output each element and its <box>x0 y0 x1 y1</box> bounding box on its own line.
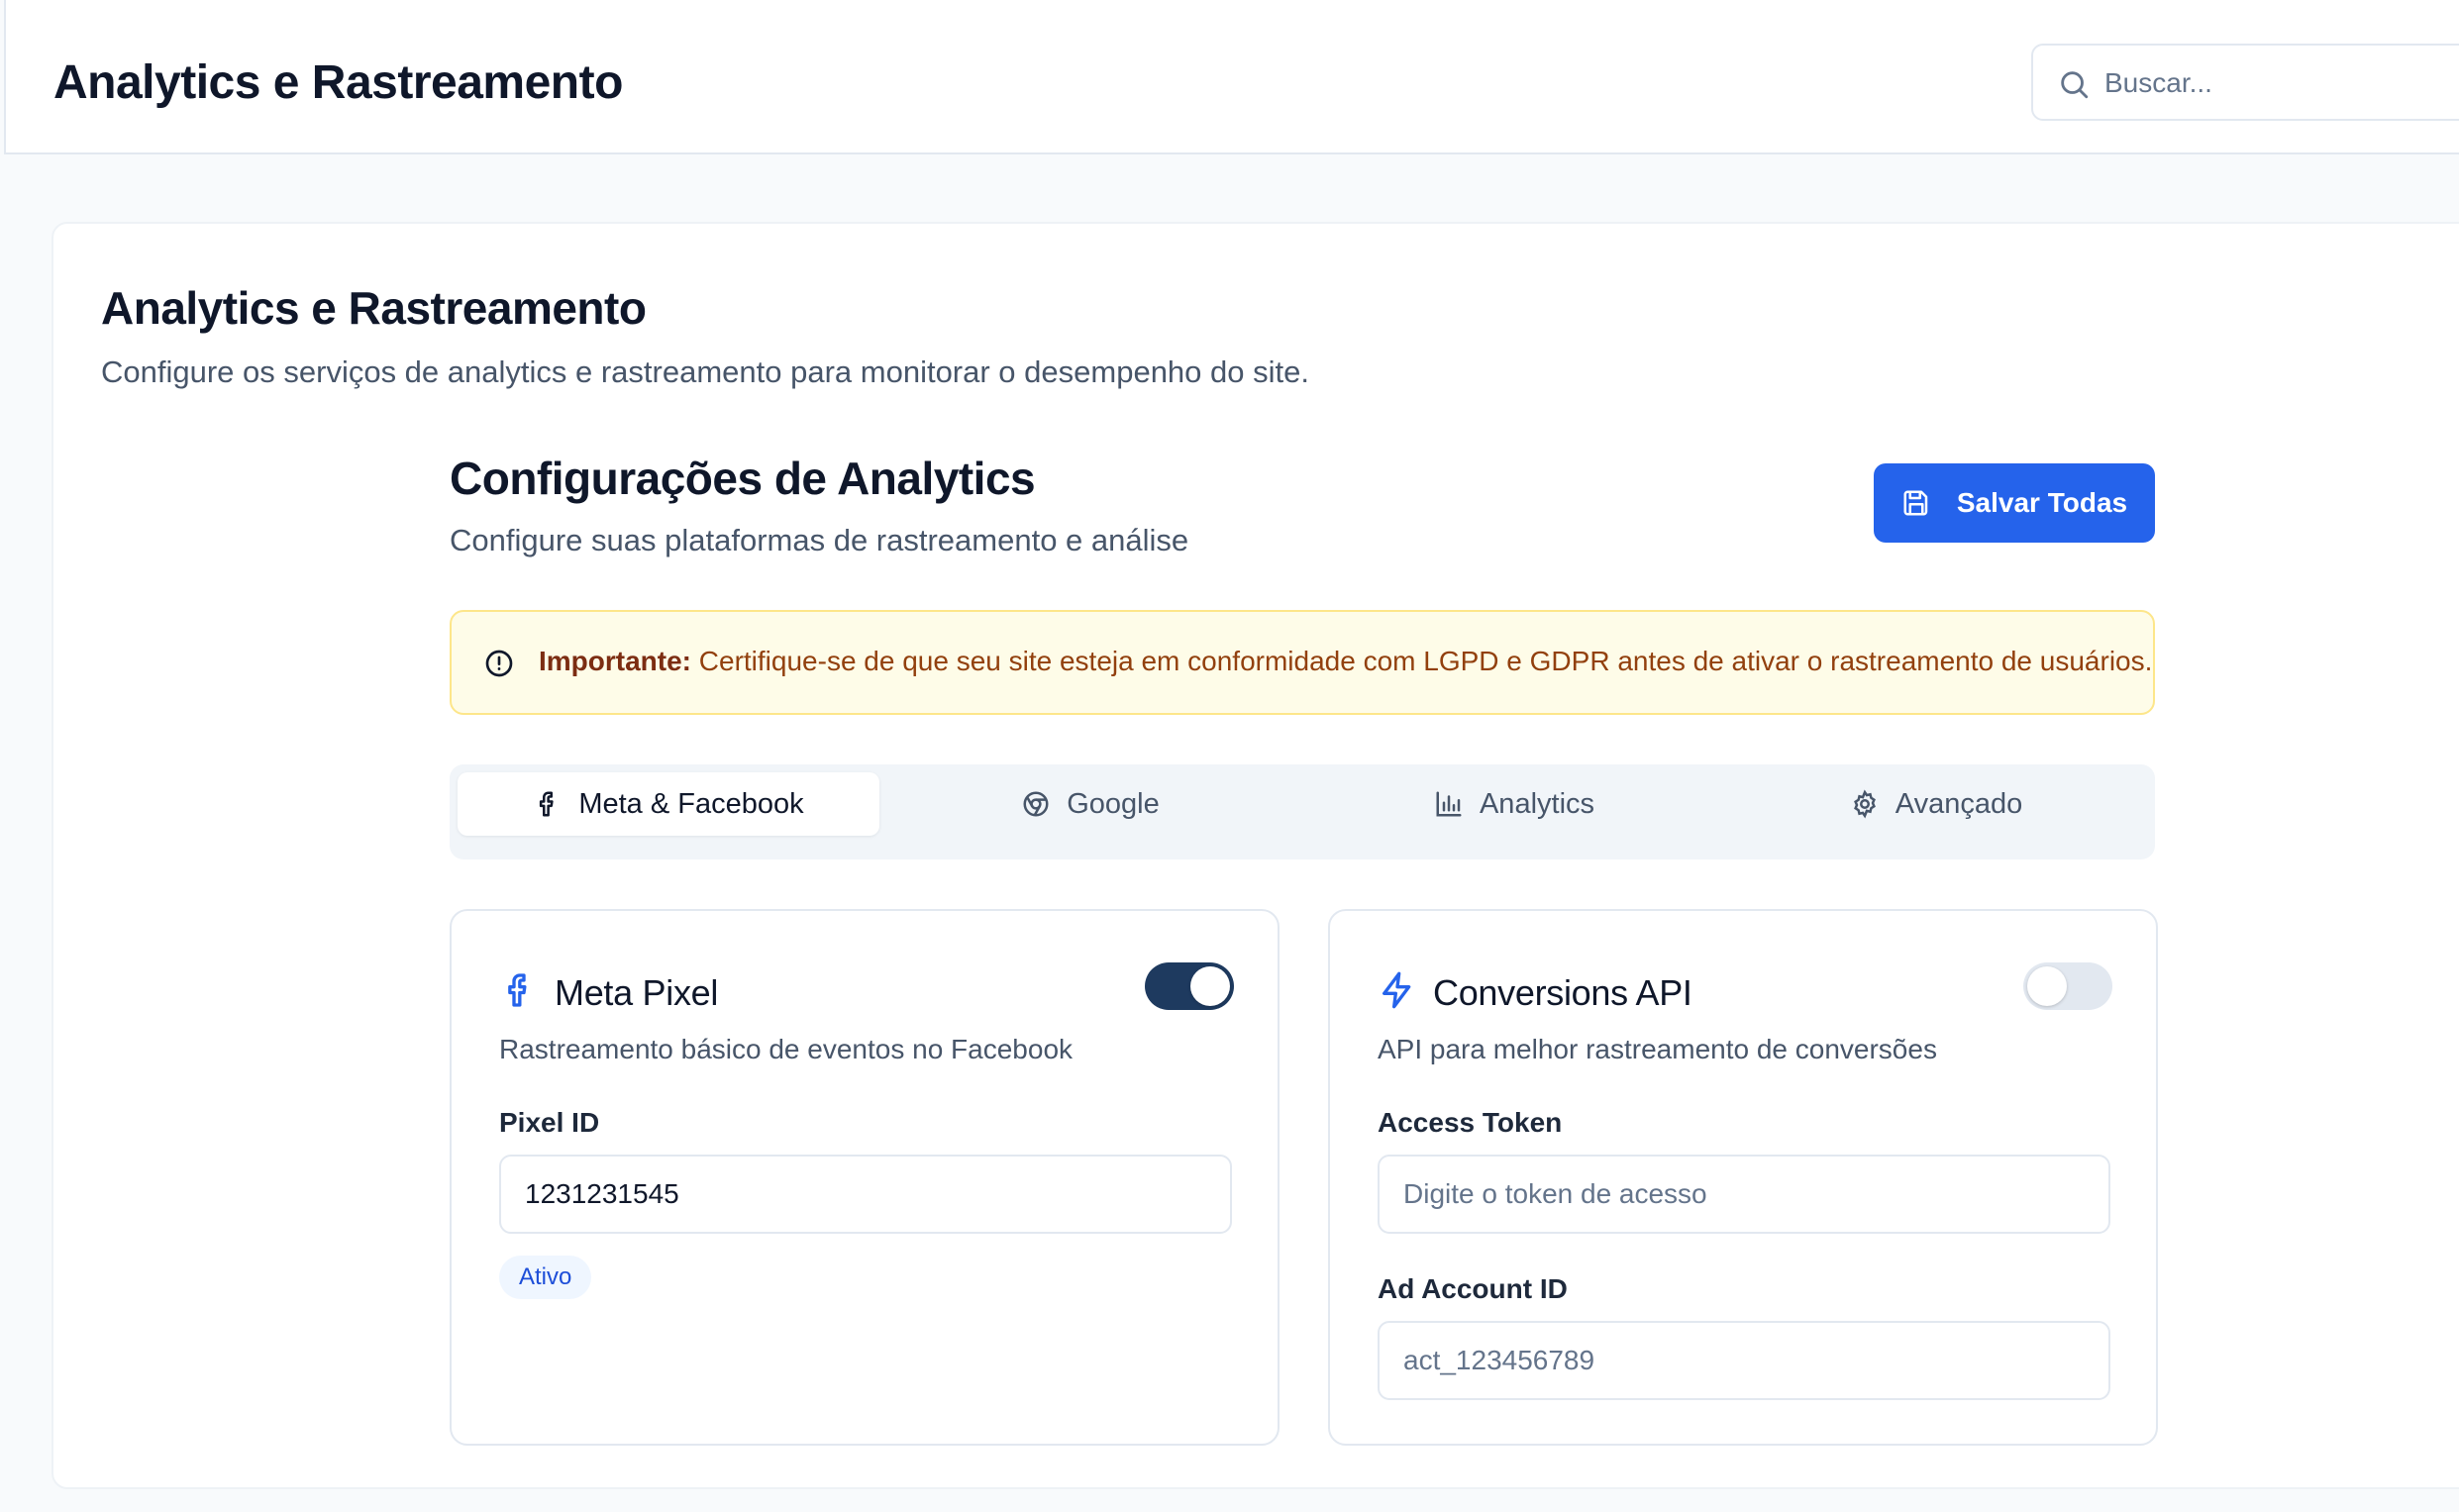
meta-pixel-title: Meta Pixel <box>555 972 719 1013</box>
conversions-api-title: Conversions API <box>1433 972 1692 1013</box>
compliance-alert: Importante: Certifique-se de que seu sit… <box>450 610 2155 715</box>
tab-google[interactable]: Google <box>879 772 1301 836</box>
ad-account-id-input[interactable] <box>1378 1321 2110 1400</box>
search-icon <box>2061 71 2089 99</box>
search-input[interactable] <box>2104 61 2459 105</box>
tab-bar: Meta & Facebook Google Analytics Avançad… <box>450 764 2155 859</box>
save-icon <box>1903 490 1928 516</box>
conversions-api-description: API para melhor rastreamento de conversõ… <box>1378 1034 1937 1064</box>
tab-label: Avançado <box>1895 787 2023 820</box>
pixel-id-input[interactable] <box>499 1155 1232 1234</box>
chrome-icon <box>1023 791 1049 817</box>
alert-strong: Importante: <box>539 646 691 676</box>
tab-label: Google <box>1067 787 1160 820</box>
tab-advanced[interactable]: Avançado <box>1725 772 2147 836</box>
header-title: Analytics e Rastreamento <box>53 56 623 109</box>
lightning-icon <box>1383 971 1411 1009</box>
toggle-knob <box>2027 966 2067 1006</box>
alert-text: Importante: Certifique-se de que seu sit… <box>539 646 2152 677</box>
tab-analytics[interactable]: Analytics <box>1303 772 1725 836</box>
gear-icon <box>1853 789 1876 819</box>
conversions-api-toggle[interactable] <box>2023 962 2112 1010</box>
access-token-input[interactable] <box>1378 1155 2110 1234</box>
section-subtitle: Configure suas plataformas de rastreamen… <box>450 523 1189 557</box>
tab-meta-facebook[interactable]: Meta & Facebook <box>458 772 879 836</box>
meta-pixel-description: Rastreamento básico de eventos no Facebo… <box>499 1034 1074 1064</box>
meta-pixel-card: Meta Pixel Rastreamento básico de evento… <box>450 909 1280 1446</box>
access-token-label: Access Token <box>1378 1107 1563 1138</box>
tab-label: Analytics <box>1479 787 1595 820</box>
status-badge: Ativo <box>499 1256 592 1299</box>
facebook-icon <box>508 973 527 1007</box>
conversions-api-card: Conversions API API para melhor rastream… <box>1328 909 2158 1446</box>
ad-account-id-label: Ad Account ID <box>1378 1273 1568 1304</box>
bar-chart-icon <box>1436 791 1462 817</box>
toggle-knob <box>1190 966 1230 1006</box>
meta-pixel-toggle[interactable] <box>1145 962 1234 1010</box>
pixel-id-label: Pixel ID <box>499 1107 600 1138</box>
main-card: Analytics e Rastreamento Configure os se… <box>51 222 2459 1489</box>
search-box[interactable] <box>2031 44 2459 121</box>
tab-label: Meta & Facebook <box>578 787 804 820</box>
page-subtitle: Configure os serviços de analytics e ras… <box>101 354 1309 389</box>
save-all-label: Salvar Todas <box>1956 487 2128 518</box>
top-bar: Analytics e Rastreamento <box>4 0 2459 154</box>
facebook-icon <box>540 791 554 817</box>
save-all-button[interactable]: Salvar Todas <box>1874 463 2155 543</box>
alert-circle-icon <box>485 650 513 677</box>
section-title: Configurações de Analytics <box>450 453 1036 504</box>
page-title: Analytics e Rastreamento <box>101 282 647 334</box>
alert-message: Certifique-se de que seu site esteja em … <box>691 646 2153 676</box>
